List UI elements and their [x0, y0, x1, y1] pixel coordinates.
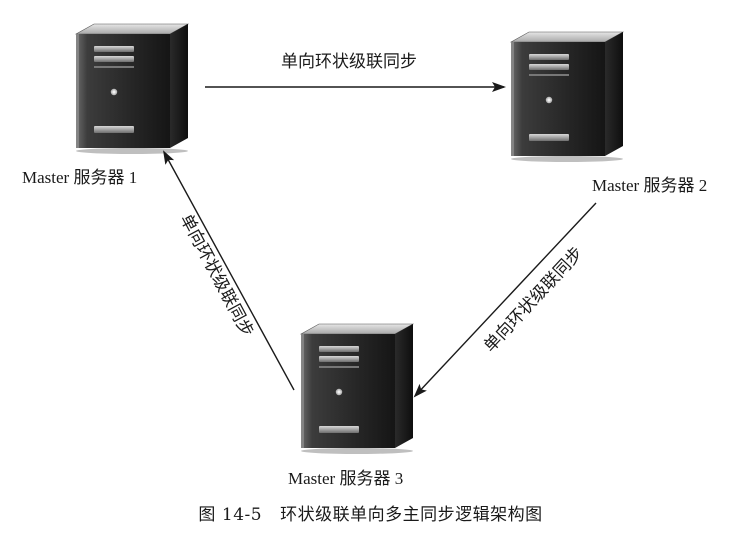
edge-3-to-1-label: 单向环状级联同步: [176, 211, 258, 340]
figure-caption: 图 14-5 环状级联单向多主同步逻辑架构图: [0, 500, 741, 525]
server-3-label: Master 服务器 3: [288, 469, 403, 488]
server-1: Master 服务器 1: [22, 23, 189, 187]
server-icon: [300, 323, 414, 455]
edge-2-to-3-arrow: [413, 202, 597, 398]
edge-2-to-3-label: 单向环状级联同步: [480, 243, 587, 356]
caption-prefix: 图: [198, 505, 216, 525]
edge-3-to-1-arrow: [163, 150, 295, 391]
server-2-label: Master 服务器 2: [592, 176, 707, 195]
architecture-diagram: Master 服务器 1 Master 服务器 2 Master 服务器 3 单…: [22, 23, 707, 488]
server-icon: [75, 23, 189, 155]
edge-1-to-2-label: 单向环状级联同步: [281, 52, 417, 72]
caption-number: 14-5: [221, 505, 263, 525]
caption-text: 环状级联单向多主同步逻辑架构图: [280, 505, 543, 525]
server-3: Master 服务器 3: [288, 323, 414, 488]
server-1-label: Master 服务器 1: [22, 168, 137, 187]
server-2: Master 服务器 2: [510, 31, 707, 195]
server-icon: [510, 31, 624, 163]
